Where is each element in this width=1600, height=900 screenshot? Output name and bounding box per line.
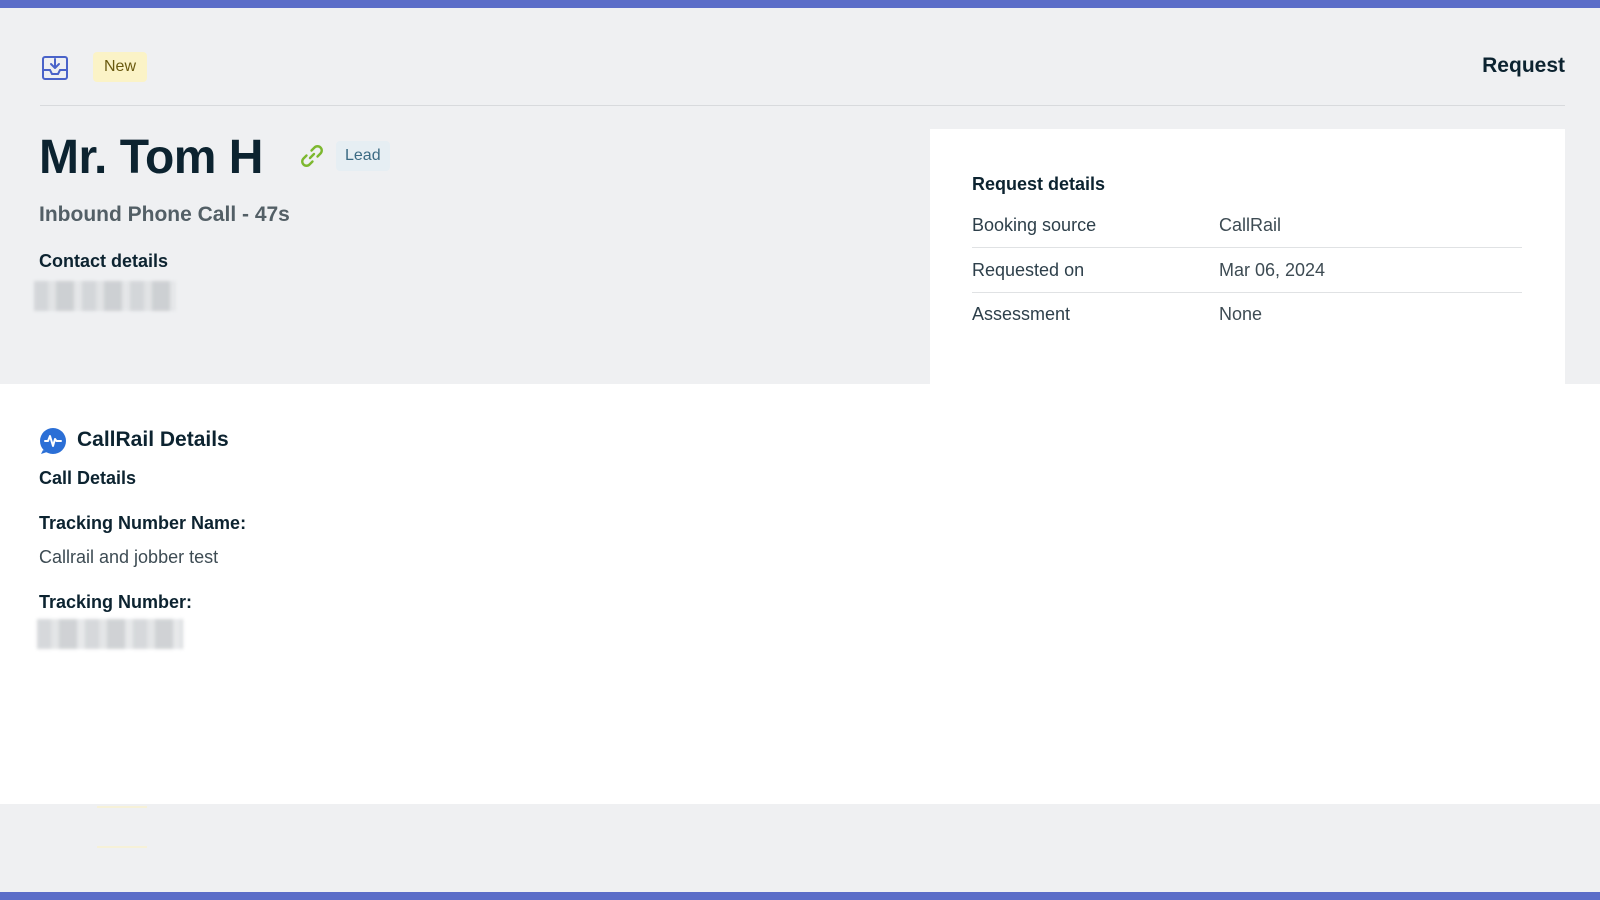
request-details-card: Request details Booking source CallRail … — [930, 129, 1565, 384]
detail-row-booking-source: Booking source CallRail — [972, 203, 1522, 248]
detail-label: Requested on — [972, 259, 1085, 280]
page-title: Request — [1482, 54, 1565, 77]
detail-label: Booking source — [972, 214, 1097, 235]
contact-details-heading: Contact details — [39, 251, 169, 271]
page-header: New Request — [40, 50, 1565, 106]
call-details-heading: Call Details — [39, 468, 137, 488]
detail-label: Assessment — [972, 304, 1071, 324]
client-name: Mr. Tom H — [39, 131, 263, 184]
tracking-number-name-value: Callrail and jobber test — [39, 547, 219, 567]
detail-value: CallRail — [1219, 214, 1282, 235]
callrail-details-panel: CallRail Details Call Details Tracking N… — [0, 384, 1600, 804]
link-icon[interactable] — [298, 142, 326, 170]
inbox-download-icon[interactable] — [40, 52, 70, 82]
detail-value: None — [1219, 304, 1263, 324]
detail-value: Mar 06, 2024 — [1219, 259, 1326, 280]
top-accent-bar — [0, 0, 1600, 8]
request-details-heading: Request details — [972, 174, 1106, 194]
bottom-accent-bar — [0, 892, 1600, 900]
detail-row-assessment: Assessment None — [972, 292, 1522, 337]
detail-row-requested-on: Requested on Mar 06, 2024 — [972, 248, 1522, 293]
status-badge: New — [93, 52, 148, 82]
callrail-icon — [40, 428, 66, 454]
client-type-badge: Lead — [336, 141, 390, 171]
divider — [97, 846, 147, 848]
callrail-details-title: CallRail Details — [77, 428, 229, 451]
request-subtitle: Inbound Phone Call - 47s — [39, 203, 290, 226]
redacted-contact-info — [34, 281, 176, 311]
tracking-number-label: Tracking Number: — [39, 592, 193, 612]
redacted-tracking-number — [37, 619, 183, 649]
tracking-number-name-label: Tracking Number Name: — [39, 513, 247, 533]
divider — [97, 806, 147, 808]
